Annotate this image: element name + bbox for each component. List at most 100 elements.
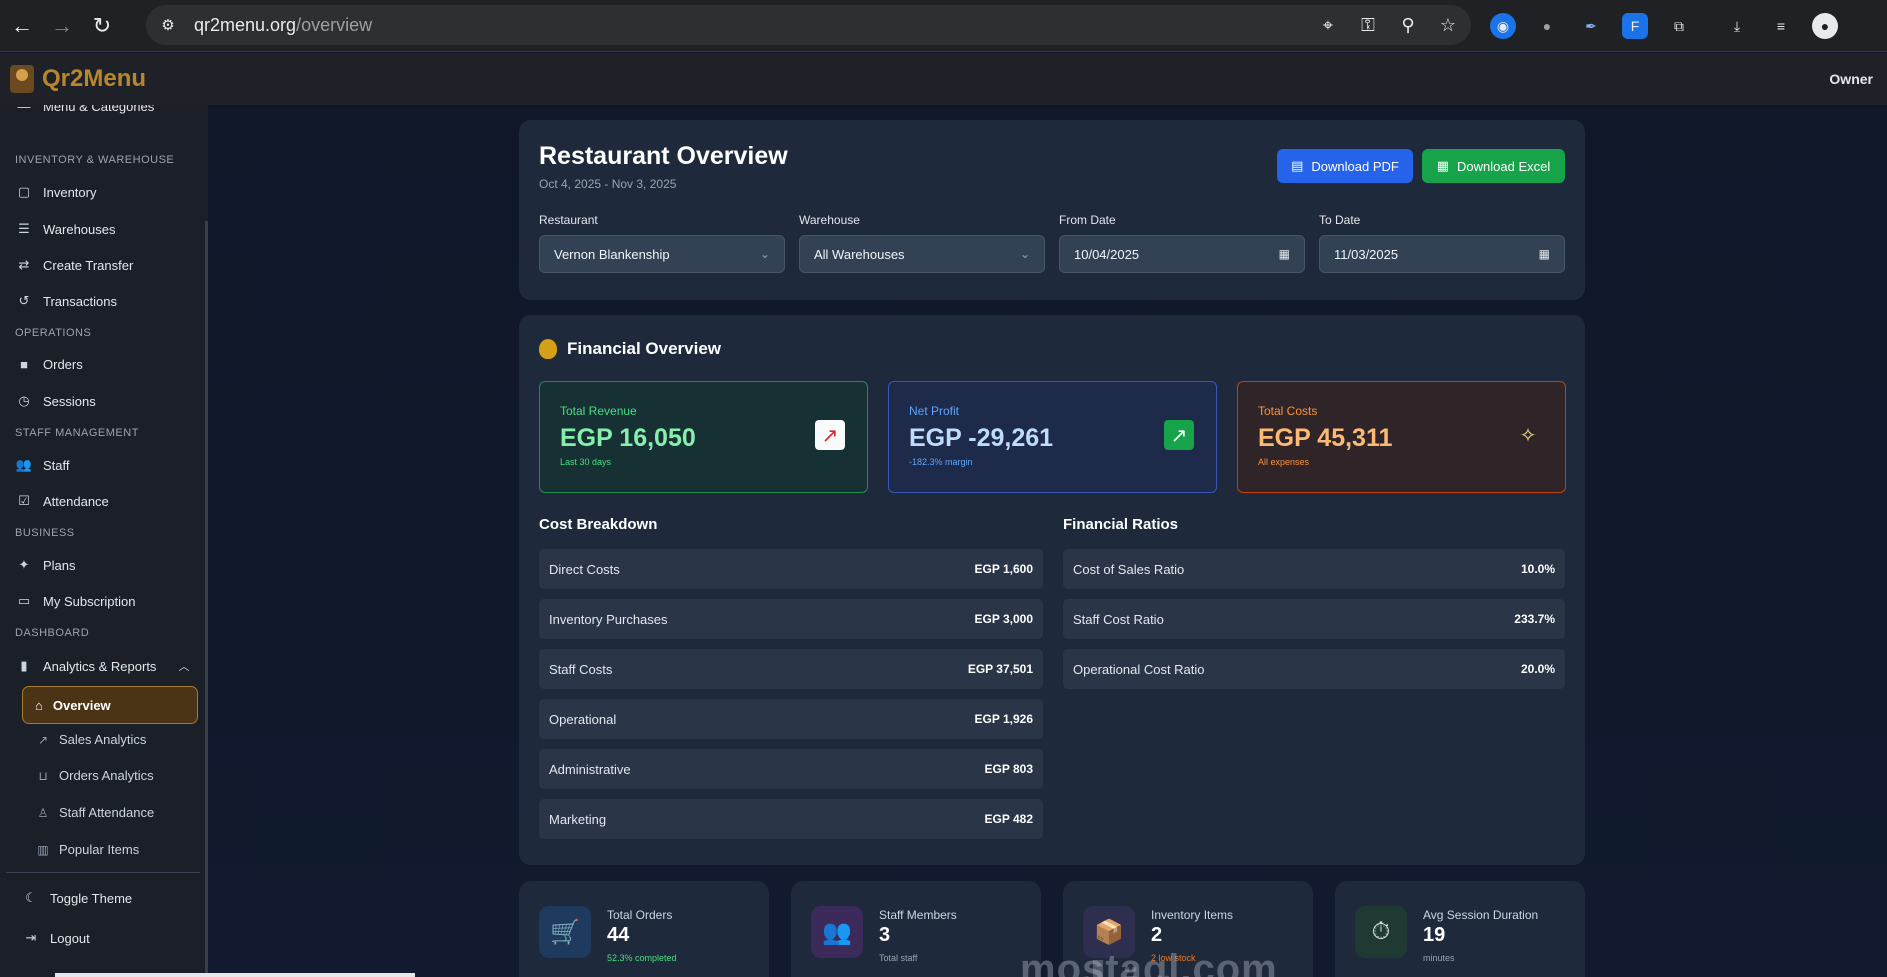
chevron-down-icon: ⌄ xyxy=(1019,247,1030,261)
shopping-bag-icon: ■ xyxy=(20,357,28,372)
chevron-up-icon: ︿ xyxy=(178,661,190,673)
cart-icon: 🛒 xyxy=(539,906,591,958)
profile-icon[interactable]: ● xyxy=(1812,13,1838,39)
sidebar-item-label: Attendance xyxy=(43,493,109,509)
sidebar-item-label: Create Transfer xyxy=(43,257,134,273)
sidebar-item-popular-items[interactable]: ▥ Popular Items xyxy=(35,842,139,857)
total-revenue-card: Total Revenue EGP 16,050 Last 30 days ↗ xyxy=(539,381,868,493)
money-wings-icon: ✧ xyxy=(1519,424,1537,447)
zoom-icon[interactable]: ⚲ xyxy=(1395,15,1421,36)
stat-value: 3 xyxy=(879,924,891,946)
sidebar-item-attendance[interactable]: ☑ Attendance xyxy=(15,493,109,509)
extension-icon[interactable]: F xyxy=(1622,13,1648,39)
cost-breakdown-row: Administrative EGP 803 xyxy=(539,749,1043,789)
key-icon[interactable]: ⚿ xyxy=(1355,15,1381,36)
star-icon[interactable]: ☆ xyxy=(1435,15,1461,36)
warehouse-select[interactable]: All Warehouses ⌄ xyxy=(799,235,1045,273)
kpi-value: EGP -29,261 xyxy=(909,424,1054,452)
user-check-icon: ☑ xyxy=(18,493,30,508)
download-excel-button[interactable]: ▦ Download Excel xyxy=(1422,149,1565,183)
chart-icon: ▦ xyxy=(1436,158,1450,173)
sparkles-icon: ✦ xyxy=(18,557,30,572)
sidebar-item-label: Analytics & Reports xyxy=(43,658,157,674)
reload-icon[interactable]: ↻ xyxy=(82,6,122,46)
app-logo-text[interactable]: Qr2Menu xyxy=(42,65,146,93)
row-label: Cost of Sales Ratio xyxy=(1073,561,1185,577)
staff-icon: 👥 xyxy=(811,906,863,958)
sidebar-item-plans[interactable]: ✦ Plans xyxy=(15,557,76,573)
row-value: EGP 1,926 xyxy=(974,712,1034,726)
sidebar-item-label: Logout xyxy=(50,930,90,946)
calendar-icon[interactable]: ▦ xyxy=(1539,247,1550,261)
sidebar-item-transactions[interactable]: ↺ Transactions xyxy=(15,293,117,309)
sidebar-item-staff-attendance[interactable]: ♙ Staff Attendance xyxy=(35,805,155,820)
sidebar-item-warehouses[interactable]: ☰ Warehouses xyxy=(15,221,115,237)
location-icon[interactable]: ⌖ xyxy=(1315,15,1341,36)
stat-sub: minutes xyxy=(1423,953,1455,963)
bar-chart-icon: ▥ xyxy=(37,842,49,857)
row-label: Staff Cost Ratio xyxy=(1073,611,1164,627)
logout-icon: ⇥ xyxy=(25,930,37,945)
extension-icon[interactable]: ● xyxy=(1534,13,1560,39)
cart-icon: ⊔ xyxy=(38,768,48,783)
stat-label: Avg Session Duration xyxy=(1423,908,1539,922)
sidebar-item-sales-analytics[interactable]: ↗ Sales Analytics xyxy=(35,732,146,747)
eyedropper-icon[interactable]: ✒ xyxy=(1578,13,1604,39)
download-pdf-label: Download PDF xyxy=(1311,158,1399,174)
download-pdf-button[interactable]: ▤ Download PDF xyxy=(1277,149,1413,183)
address-bar[interactable]: ⚙ qr2menu.org/overview ⌖ ⚿ ⚲ ☆ xyxy=(146,5,1471,45)
sidebar-item-menu[interactable]: — Menu & Categories xyxy=(15,105,155,114)
row-label: Administrative xyxy=(549,761,631,777)
kpi-value: EGP 45,311 xyxy=(1258,424,1393,452)
kpi-sub: All expenses xyxy=(1258,457,1310,467)
row-label: Inventory Purchases xyxy=(549,611,668,627)
extension-icon[interactable]: ◉ xyxy=(1490,13,1516,39)
app-topbar: Qr2Menu Owner xyxy=(0,53,1887,105)
kpi-label: Total Costs xyxy=(1258,404,1318,418)
sidebar-item-sessions[interactable]: ◷ Sessions xyxy=(15,393,95,409)
row-value: EGP 1,600 xyxy=(974,562,1034,576)
financial-ratios-title: Financial Ratios xyxy=(1063,516,1179,533)
moon-icon: ☾ xyxy=(25,890,37,905)
user-role[interactable]: Owner xyxy=(1829,71,1873,87)
cost-breakdown-title: Cost Breakdown xyxy=(539,516,658,533)
date-range: Oct 4, 2025 - Nov 3, 2025 xyxy=(539,177,677,191)
section-dashboard: DASHBOARD xyxy=(15,627,90,639)
net-profit-card: Net Profit EGP -29,261 -182.3% margin ↗ xyxy=(888,381,1217,493)
sidebar-item-orders-analytics[interactable]: ⊔ Orders Analytics xyxy=(35,768,153,783)
forward-arrow-icon[interactable]: → xyxy=(42,6,82,46)
back-arrow-icon[interactable]: ← xyxy=(2,6,42,46)
horizontal-scrollbar[interactable] xyxy=(55,973,415,977)
sidebar-item-inventory[interactable]: ▢ Inventory xyxy=(15,184,97,200)
download-icon[interactable]: ⤓ xyxy=(1724,13,1750,39)
media-icon[interactable]: ≡ xyxy=(1768,13,1794,39)
calendar-icon[interactable]: ▦ xyxy=(1279,247,1290,261)
stat-label: Total Orders xyxy=(607,908,673,922)
sidebar-item-label: Transactions xyxy=(43,293,117,309)
kpi-sub: Last 30 days xyxy=(560,457,612,467)
restaurant-select[interactable]: Vernon Blankenship ⌄ xyxy=(539,235,785,273)
row-value: EGP 803 xyxy=(984,762,1033,776)
sidebar-item-overview[interactable]: ⌂ Overview xyxy=(22,686,198,724)
chevron-down-icon: ⌄ xyxy=(759,247,770,261)
toggle-theme-button[interactable]: ☾ Toggle Theme xyxy=(22,890,132,906)
to-date-input[interactable]: 11/03/2025 ▦ xyxy=(1319,235,1565,273)
sidebar-item-create-transfer[interactable]: ⇄ Create Transfer xyxy=(15,257,134,273)
stat-value: 2 xyxy=(1151,924,1163,946)
kpi-value: EGP 16,050 xyxy=(560,424,696,452)
from-date-input[interactable]: 10/04/2025 ▦ xyxy=(1059,235,1305,273)
sidebar-item-label: Inventory xyxy=(43,184,97,200)
sidebar-item-subscription[interactable]: ▭ My Subscription xyxy=(15,593,136,609)
stat-label: Staff Members xyxy=(879,908,957,922)
sidebar-item-analytics[interactable]: ▮ Analytics & Reports ︿ xyxy=(15,658,189,674)
total-costs-card: Total Costs EGP 45,311 All expenses ✧ xyxy=(1237,381,1566,493)
cost-breakdown-row: Direct Costs EGP 1,600 xyxy=(539,549,1043,589)
section-inventory: INVENTORY & WAREHOUSE xyxy=(15,154,175,166)
trending-up-icon: ↗ xyxy=(37,732,49,747)
sidebar-item-orders[interactable]: ■ Orders xyxy=(15,357,83,372)
history-icon: ↺ xyxy=(18,293,30,308)
puzzle-icon[interactable]: ⧉ xyxy=(1666,13,1692,39)
site-settings-icon[interactable]: ⚙ xyxy=(150,7,186,43)
sidebar-item-staff[interactable]: 👥 Staff xyxy=(15,457,70,473)
logout-button[interactable]: ⇥ Logout xyxy=(22,930,90,946)
